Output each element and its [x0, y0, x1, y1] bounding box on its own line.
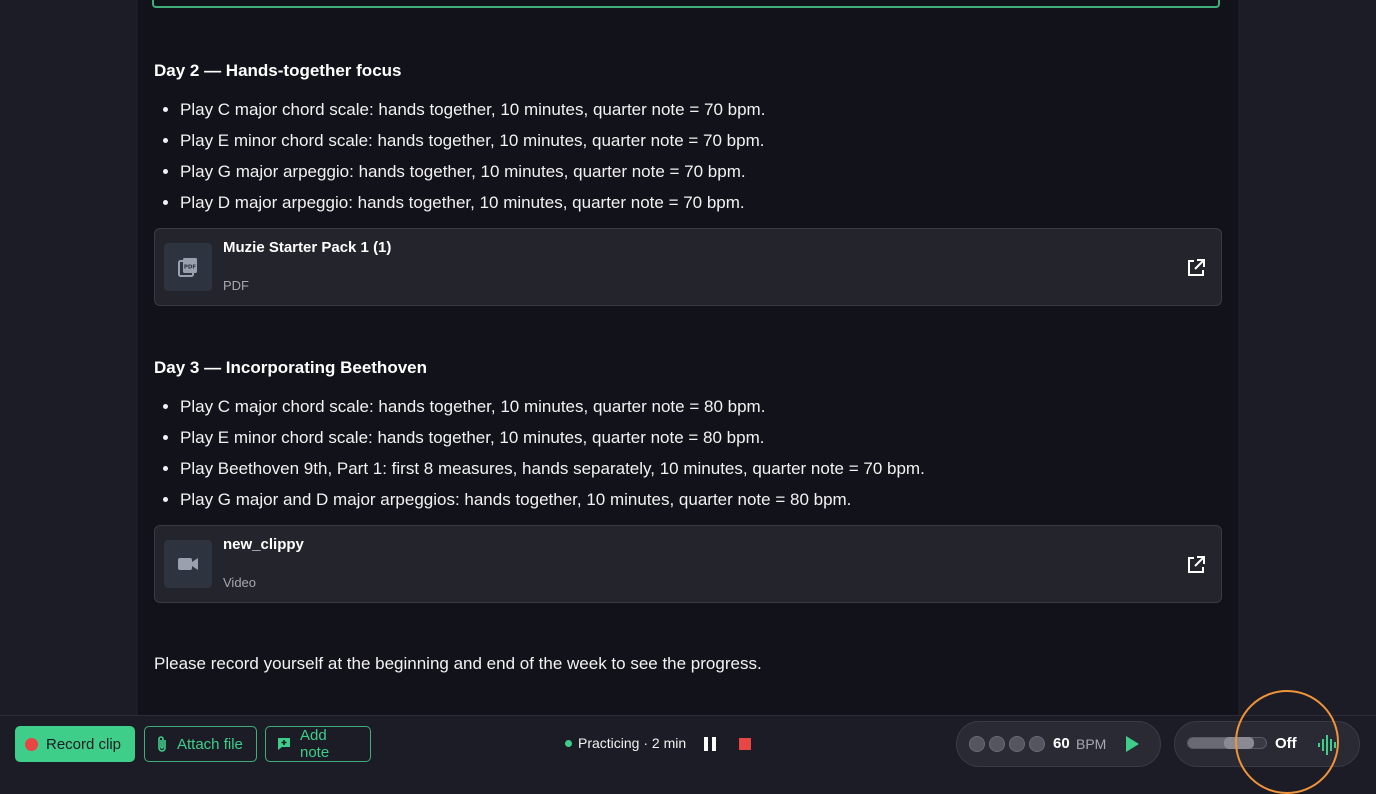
drone-state-label[interactable]: Off: [1275, 735, 1297, 752]
task-list: Play C major chord scale: hands together…: [154, 94, 765, 218]
paperclip-icon: [158, 736, 166, 752]
beat-indicator: [1029, 736, 1045, 752]
list-item: Play E minor chord scale: hands together…: [180, 125, 765, 156]
task-list: Play C major chord scale: hands together…: [154, 391, 925, 515]
list-item: Play G major and D major arpeggios: hand…: [180, 484, 925, 515]
add-note-button[interactable]: Add note: [265, 726, 371, 762]
closing-note: Please record yourself at the beginning …: [154, 654, 762, 673]
add-note-icon: [277, 738, 290, 750]
drone-control: Off: [1174, 721, 1360, 767]
stop-icon[interactable]: [739, 738, 751, 750]
practice-toolbar: Record clip Attach file Add note Practic…: [0, 715, 1376, 771]
day-heading: Day 3 — Incorporating Beethoven: [154, 358, 427, 377]
record-clip-label: Record clip: [46, 735, 122, 753]
beat-indicator: [989, 736, 1005, 752]
practice-status: Practicing · 2 min: [565, 735, 686, 751]
status-text: Practicing · 2 min: [578, 735, 687, 751]
attachment-type: PDF: [223, 278, 249, 293]
open-external-icon[interactable]: [1185, 554, 1207, 576]
open-external-icon[interactable]: [1185, 257, 1207, 279]
video-camera-icon: [164, 540, 212, 588]
add-note-label: Add note: [299, 727, 330, 761]
bpm-value[interactable]: 60: [1053, 735, 1070, 752]
list-item: Play D major arpeggio: hands together, 1…: [180, 187, 765, 218]
attachment-card[interactable]: PDF Muzie Starter Pack 1 (1) PDF: [154, 228, 1222, 306]
metronome-control: 60 BPM: [956, 721, 1161, 767]
beat-indicator: [1009, 736, 1025, 752]
list-item: Play Beethoven 9th, Part 1: first 8 meas…: [180, 453, 925, 484]
day-heading: Day 2 — Hands-together focus: [154, 61, 402, 80]
pause-icon[interactable]: [703, 736, 717, 752]
svg-text:PDF: PDF: [184, 265, 197, 271]
sound-wave-icon[interactable]: [1317, 734, 1341, 756]
status-dot: [565, 739, 572, 747]
attachment-name: new_clippy: [223, 536, 304, 553]
list-item: Play C major chord scale: hands together…: [180, 391, 925, 422]
attachment-card[interactable]: new_clippy Video: [154, 525, 1222, 603]
pdf-icon: PDF: [164, 243, 212, 291]
attach-file-button[interactable]: Attach file: [144, 726, 257, 762]
attachment-name: Muzie Starter Pack 1 (1): [223, 239, 392, 256]
list-item: Play G major arpeggio: hands together, 1…: [180, 156, 765, 187]
drone-volume-slider[interactable]: [1187, 737, 1267, 749]
slider-thumb[interactable]: [1224, 737, 1254, 749]
attachment-type: Video: [223, 575, 257, 590]
record-icon: [25, 737, 38, 751]
attach-file-label: Attach file: [177, 735, 243, 753]
record-clip-button[interactable]: Record clip: [15, 726, 135, 762]
beat-indicator: [969, 736, 985, 752]
list-item: Play C major chord scale: hands together…: [180, 94, 765, 125]
previous-card-edge: [152, 0, 1220, 8]
list-item: Play E minor chord scale: hands together…: [180, 422, 925, 453]
play-icon[interactable]: [1123, 734, 1141, 754]
bpm-unit: BPM: [1076, 736, 1107, 752]
